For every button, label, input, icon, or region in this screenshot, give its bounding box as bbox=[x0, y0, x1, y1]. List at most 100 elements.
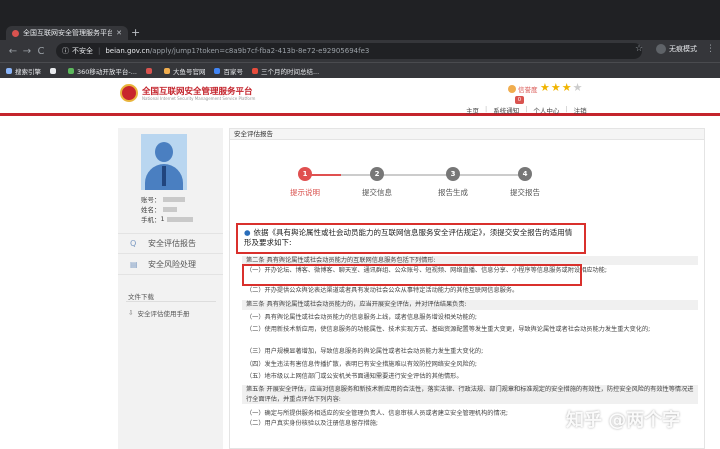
nav-sep: | bbox=[485, 105, 488, 113]
tab-title: 全国互联网安全管理服务平台 bbox=[23, 29, 113, 37]
bookmark-item[interactable] bbox=[145, 67, 155, 74]
site-header: 全国互联网安全管理服务平台 National Internet Security… bbox=[0, 78, 720, 116]
browser-tab-bar: 全国互联网安全管理服务平台 ✕ + bbox=[0, 0, 720, 40]
bookmark-label: 三个月的时间总结... bbox=[260, 67, 320, 76]
watermark: 知乎 @两个字 bbox=[566, 410, 681, 431]
top-nav: 主页 | 系统通知 | 个人中心 | 注销 bbox=[466, 105, 587, 115]
step-label: 提交报告 bbox=[510, 188, 540, 197]
regulation-row: （一）具有舆论属性或社会动员能力的信息服务上线，或者信息服务增设相关功能的; bbox=[246, 314, 478, 321]
nav-sep: | bbox=[525, 105, 528, 113]
sidebar-item-label: 安全评估报告 bbox=[148, 239, 196, 248]
regulation-row: （三）用户规模显著增加，导致信息服务的舆论属性或者社会动员能力发生重大变化的; bbox=[246, 348, 484, 355]
nav-notifications[interactable]: 系统通知 bbox=[493, 105, 519, 115]
phone-prefix: 1 bbox=[160, 215, 165, 223]
regulation-text: 依据《具有舆论属性或社会动员能力的互联网信息服务安全评估规定》，须提交安全报告的… bbox=[244, 228, 573, 247]
bookmark-item[interactable]: 三个月的时间总结... bbox=[251, 66, 320, 76]
site-subtitle: National Internet Security Management Se… bbox=[142, 96, 256, 101]
new-tab-button[interactable]: + bbox=[131, 26, 140, 40]
phone-label: 手机： bbox=[141, 216, 161, 224]
regulation-row: （二）使用新技术新应用，使信息服务的功能属性、技术实现方式、基础资源配置等发生重… bbox=[246, 326, 651, 333]
step-track bbox=[305, 174, 525, 176]
bookmark-item[interactable]: 大鱼号官网 bbox=[163, 66, 206, 76]
info-icon[interactable]: ⓘ bbox=[62, 46, 69, 56]
bookmark-label: 搜索引擎 bbox=[15, 67, 41, 76]
credit-label: 信誉度 bbox=[518, 86, 538, 94]
step-2: 2 提交信息 bbox=[347, 167, 407, 198]
name-label: 姓名： bbox=[141, 206, 161, 214]
bookmark-icon bbox=[214, 67, 221, 74]
tab-close-icon[interactable]: ✕ bbox=[116, 29, 122, 37]
regulation-row: 第三条 具有舆论属性或社会动员能力的，应当开展安全评估，并对评估结果负责: bbox=[242, 300, 698, 310]
back-icon[interactable]: ← bbox=[6, 46, 20, 57]
panel-title: 安全评估报告 bbox=[230, 129, 704, 140]
forward-icon[interactable]: → bbox=[20, 46, 34, 57]
reload-icon[interactable]: C bbox=[34, 46, 48, 57]
url-divider: | bbox=[98, 47, 101, 55]
avatar-tie bbox=[162, 166, 166, 186]
step-number: 2 bbox=[370, 167, 384, 181]
browser-menu-icon[interactable]: ⋮ bbox=[706, 44, 715, 54]
favicon-icon bbox=[12, 29, 19, 37]
bookmark-icon bbox=[145, 67, 152, 74]
notification-badge: 0 bbox=[515, 96, 524, 104]
account-row: 账号： bbox=[141, 194, 185, 204]
step-label: 报告生成 bbox=[438, 188, 468, 197]
incognito-indicator[interactable]: 无痕模式 bbox=[656, 44, 697, 54]
bookmark-icon bbox=[6, 67, 12, 74]
url-path: /apply/jump1?token=c8a9b7cf-fba2-413b-8e… bbox=[149, 47, 370, 55]
sidebar-item-risk-handling[interactable]: ▤ 安全风险处理 bbox=[118, 254, 223, 275]
step-1: 1 提示说明 bbox=[275, 167, 335, 198]
credit-rating: 信誉度 bbox=[508, 84, 538, 94]
divider bbox=[126, 301, 216, 302]
step-3: 3 报告生成 bbox=[423, 167, 483, 198]
incognito-label: 无痕模式 bbox=[669, 45, 697, 53]
regulation-row: （四）发生违法有害信息传播扩散，表明已有安全措施难以有效防控网络安全风险的; bbox=[246, 361, 478, 368]
step-number: 4 bbox=[518, 167, 532, 181]
avatar-head bbox=[155, 142, 173, 162]
credit-icon bbox=[508, 85, 516, 93]
screenshot: 全国互联网安全管理服务平台 ✕ + ← → C ⓘ 不安全 | beian.go… bbox=[0, 0, 720, 449]
bookmarks-bar: 搜索引擎 360移动开放平台-... 大鱼号官网 百家号 三个月的时间总结... bbox=[0, 62, 720, 78]
nav-home[interactable]: 主页 bbox=[466, 105, 479, 115]
web-page: 全国互联网安全管理服务平台 National Internet Security… bbox=[0, 78, 720, 449]
url-host: beian.gov.cn bbox=[105, 47, 150, 55]
bookmark-icon bbox=[163, 67, 170, 74]
account-redacted bbox=[162, 196, 185, 202]
highlight-box bbox=[242, 264, 582, 286]
bookmark-icon bbox=[68, 67, 74, 74]
bookmark-item[interactable]: 搜索引擎 bbox=[6, 66, 41, 76]
step-number: 1 bbox=[298, 167, 312, 181]
regulation-row: （五）地市级以上网信部门或公安机关书面通知需要进行安全评估的其他情形。 bbox=[246, 373, 463, 380]
nav-logout[interactable]: 注销 bbox=[574, 105, 587, 115]
police-emblem-icon bbox=[120, 84, 138, 102]
step-4: 4 提交报告 bbox=[495, 167, 555, 198]
address-bar[interactable]: ⓘ 不安全 | beian.gov.cn /apply/jump1?token=… bbox=[56, 43, 642, 59]
sidebar-item-assessment-report[interactable]: Q 安全评估报告 bbox=[118, 233, 223, 254]
download-manual-link[interactable]: ⇩ 安全评估使用手册 bbox=[128, 308, 189, 318]
name-redacted bbox=[162, 206, 177, 212]
bullet-icon: ● bbox=[244, 228, 251, 237]
browser-tab[interactable]: 全国互联网安全管理服务平台 ✕ bbox=[6, 26, 128, 40]
phone-redacted bbox=[166, 216, 193, 222]
avatar bbox=[141, 134, 187, 190]
progress-steps: 1 提示说明 2 提交信息 3 报告生成 4 提交报告 bbox=[270, 153, 570, 203]
step-label: 提交信息 bbox=[362, 188, 392, 197]
stars-filled: ★★★ bbox=[540, 81, 573, 94]
regulation-row: （二）开办提供公众舆论表达渠道或者具有发动社会公众从事特定活动能力的其他互联网信… bbox=[246, 287, 519, 294]
bookmark-label: 大鱼号官网 bbox=[172, 67, 206, 76]
bookmark-item[interactable]: 360移动开放平台-... bbox=[68, 66, 137, 76]
bookmark-label: 360移动开放平台-... bbox=[77, 67, 137, 76]
nav-sep: | bbox=[565, 105, 568, 113]
search-icon: Q bbox=[130, 239, 137, 248]
bookmark-item[interactable]: 百家号 bbox=[214, 66, 243, 76]
bookmark-item[interactable] bbox=[50, 67, 59, 74]
regulation-row: 第五条 开展安全评估，应当对信息服务和新技术新应用的合法性，落实法律、行政法规、… bbox=[242, 385, 698, 404]
list-icon: ▤ bbox=[130, 259, 138, 269]
browser-toolbar: ← → C ⓘ 不安全 | beian.gov.cn /apply/jump1?… bbox=[0, 40, 720, 62]
sidebar: 账号： 姓名： 手机： 1 Q 安全评估报告 ▤ 安全风险处理 文件下载 ⇩ 安全… bbox=[118, 128, 223, 449]
bookmark-icon bbox=[251, 67, 258, 74]
bookmark-icon bbox=[50, 67, 56, 74]
main-panel: 安全评估报告 1 提示说明 2 提交信息 3 报告生成 4 提交报告 ● 依据《具有舆论属… bbox=[229, 128, 705, 449]
nav-profile[interactable]: 个人中心 bbox=[533, 105, 559, 115]
bookmark-star-icon[interactable]: ☆ bbox=[635, 44, 643, 54]
